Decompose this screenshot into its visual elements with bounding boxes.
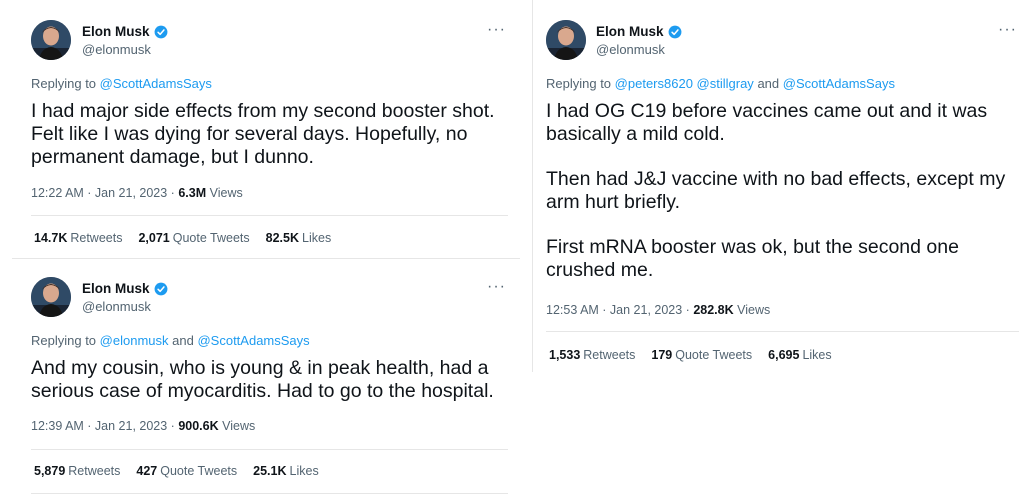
likes-stat[interactable]: 82.5K Likes [266, 231, 332, 245]
quote-tweets-stat[interactable]: 2,071 Quote Tweets [138, 231, 249, 245]
likes-stat[interactable]: 6,695 Likes [768, 348, 831, 362]
views-count: 900.6K [178, 419, 219, 433]
author-handle[interactable]: @elonmusk [82, 299, 151, 314]
mention-link[interactable]: @elonmusk [100, 333, 169, 348]
tweet-paragraph: I had major side effects from my second … [31, 100, 495, 168]
retweets-stat[interactable]: 5,879 Retweets [34, 464, 120, 478]
tweet-paragraph: I had OG C19 before vaccines came out an… [546, 100, 988, 145]
mention-link[interactable]: @peters8620 [615, 76, 693, 91]
more-horizontal-icon[interactable]: ··· [487, 22, 506, 38]
views-label: Views [209, 186, 243, 200]
replying-to: Replying to @peters8620 @stillgray and @… [546, 76, 895, 91]
verified-badge-icon [154, 282, 168, 296]
verified-badge-icon [668, 25, 682, 39]
divider [546, 331, 1019, 332]
retweets-count: 5,879 [34, 464, 66, 478]
more-horizontal-icon[interactable]: ··· [998, 22, 1017, 38]
quotes-count: 179 [651, 348, 673, 362]
retweets-label: Retweets [583, 348, 636, 362]
replying-prefix: Replying to [546, 76, 612, 91]
likes-count: 82.5K [265, 231, 300, 245]
tweet-text: I had major side effects from my second … [31, 100, 511, 169]
quotes-label: Quote Tweets [160, 464, 238, 478]
engagement-stats: 5,879 Retweets 427 Quote Tweets 25.1K Likes [34, 464, 319, 478]
engagement-stats: 1,533 Retweets 179 Quote Tweets 6,695 Likes [549, 348, 832, 362]
mention-link[interactable]: @stillgray [697, 76, 754, 91]
likes-label: Likes [289, 464, 319, 478]
views-label: Views [222, 419, 256, 433]
replying-joiner: and [172, 333, 194, 348]
avatar[interactable] [31, 277, 71, 317]
author-name[interactable]: Elon Musk [596, 24, 664, 39]
author-name[interactable]: Elon Musk [82, 24, 150, 39]
retweets-stat[interactable]: 14.7K Retweets [34, 231, 122, 245]
timestamp-text[interactable]: 12:39 AM · Jan 21, 2023 · [31, 419, 178, 433]
quotes-label: Quote Tweets [172, 231, 250, 245]
tweet-card[interactable]: Elon Musk @elonmusk ··· Replying to @pet… [532, 0, 1023, 372]
mention-link[interactable]: @ScottAdamsSays [197, 333, 309, 348]
quote-tweets-stat[interactable]: 427 Quote Tweets [136, 464, 237, 478]
timestamp-text[interactable]: 12:53 AM · Jan 21, 2023 · [546, 303, 693, 317]
more-horizontal-icon[interactable]: ··· [487, 279, 506, 295]
replying-prefix: Replying to [31, 333, 97, 348]
author-handle[interactable]: @elonmusk [596, 42, 665, 57]
author-handle[interactable]: @elonmusk [82, 42, 151, 57]
tweet-card[interactable]: Elon Musk @elonmusk ··· Replying to @elo… [12, 258, 520, 495]
tweet-timestamp: 12:53 AM · Jan 21, 2023 · 282.8K Views [546, 303, 770, 317]
quotes-count: 427 [136, 464, 158, 478]
tweet-card[interactable]: Elon Musk @elonmusk ··· Replying to @Sco… [12, 0, 520, 256]
replying-to: Replying to @elonmusk and @ScottAdamsSay… [31, 333, 310, 348]
quote-tweets-stat[interactable]: 179 Quote Tweets [651, 348, 752, 362]
retweets-count: 1,533 [549, 348, 581, 362]
likes-label: Likes [302, 231, 332, 245]
views-label: Views [737, 303, 771, 317]
replying-prefix: Replying to [31, 76, 97, 91]
retweets-stat[interactable]: 1,533 Retweets [549, 348, 635, 362]
likes-count: 6,695 [768, 348, 800, 362]
likes-stat[interactable]: 25.1K Likes [253, 464, 319, 478]
retweets-label: Retweets [70, 231, 123, 245]
replying-to: Replying to @ScottAdamsSays [31, 76, 212, 91]
replying-joiner: and [757, 76, 780, 91]
retweets-label: Retweets [68, 464, 121, 478]
divider [31, 215, 508, 216]
likes-label: Likes [802, 348, 832, 362]
likes-count: 25.1K [253, 464, 287, 478]
tweet-timestamp: 12:22 AM · Jan 21, 2023 · 6.3M Views [31, 186, 243, 200]
divider [31, 493, 508, 494]
author-name[interactable]: Elon Musk [82, 281, 150, 296]
views-count: 6.3M [178, 186, 207, 200]
quotes-count: 2,071 [138, 231, 170, 245]
retweets-count: 14.7K [34, 231, 68, 245]
mention-link[interactable]: @ScottAdamsSays [783, 76, 895, 91]
tweet-paragraph: And my cousin, who is young & in peak he… [31, 357, 494, 402]
divider [31, 449, 508, 450]
verified-badge-icon [154, 25, 168, 39]
timestamp-text[interactable]: 12:22 AM · Jan 21, 2023 · [31, 186, 178, 200]
tweet-text: I had OG C19 before vaccines came out an… [546, 100, 1016, 282]
views-count: 282.8K [693, 303, 734, 317]
tweet-text: And my cousin, who is young & in peak he… [31, 357, 511, 403]
tweet-paragraph: First mRNA booster was ok, but the secon… [546, 236, 959, 281]
avatar[interactable] [31, 20, 71, 60]
mention-link[interactable]: @ScottAdamsSays [100, 76, 212, 91]
quotes-label: Quote Tweets [675, 348, 753, 362]
engagement-stats: 14.7K Retweets 2,071 Quote Tweets 82.5K Lik… [34, 231, 331, 245]
avatar[interactable] [546, 20, 586, 60]
tweet-paragraph: Then had J&J vaccine with no bad effects… [546, 168, 1006, 213]
tweet-timestamp: 12:39 AM · Jan 21, 2023 · 900.6K Views [31, 419, 255, 433]
